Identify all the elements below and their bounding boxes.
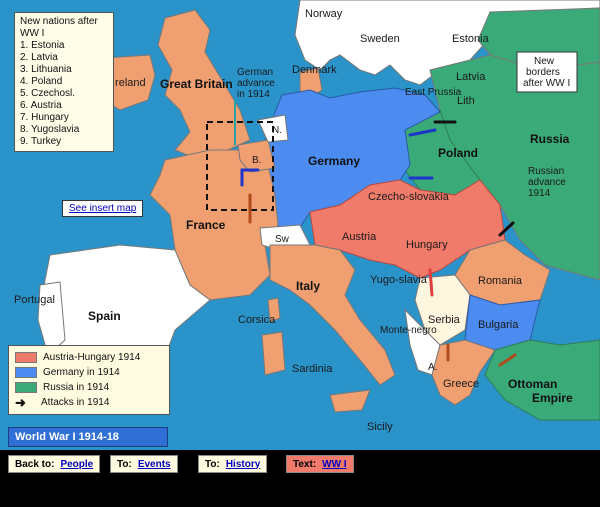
legend-item: Russia in 1914 <box>15 380 163 395</box>
label-russia: Russia <box>530 132 570 146</box>
legend-label: Austria-Hungary 1914 <box>43 351 141 363</box>
new-nations-item: 6. Austria <box>20 100 62 111</box>
annotation-german-advance-3: in 1914 <box>237 89 270 100</box>
history-link[interactable]: History <box>226 459 260 470</box>
new-nations-item: 5. Czechosl. <box>20 88 76 99</box>
ww1-link[interactable]: WW I <box>322 459 346 470</box>
legend-label: Attacks in 1914 <box>41 396 110 408</box>
new-nations-item: 2. Latvia <box>20 52 58 63</box>
label-sicily: Sicily <box>367 421 393 433</box>
see-insert-map-link[interactable]: See insert map <box>62 200 144 217</box>
new-nations-item: 4. Poland <box>20 76 63 87</box>
nav-prefix: To: <box>117 458 132 470</box>
label-latvia: Latvia <box>456 71 486 83</box>
label-east-prussia: East Prussia <box>405 87 462 98</box>
label-france: France <box>186 218 226 232</box>
label-poland: Poland <box>438 146 478 160</box>
label-sardinia: Sardinia <box>292 363 333 375</box>
sardinia-shape <box>261 331 286 376</box>
label-italy: Italy <box>296 279 320 293</box>
label-germany: Germany <box>308 154 360 168</box>
legend-item: Germany in 1914 <box>15 365 163 380</box>
label-spain: Spain <box>88 309 121 323</box>
label-montenegro: Monte-negro <box>380 325 437 336</box>
legend-item: Austria-Hungary 1914 <box>15 350 163 365</box>
label-switzerland: Sw <box>275 234 290 245</box>
legend-label: Germany in 1914 <box>43 366 120 378</box>
label-romania: Romania <box>478 275 523 287</box>
label-netherlands: N. <box>272 125 282 136</box>
annotation-new-borders: New <box>534 56 555 67</box>
legend: Austria-Hungary 1914 Germany in 1914 Rus… <box>8 345 170 415</box>
label-portugal: Portugal <box>14 294 55 306</box>
new-nations-item: 8. Yugoslavia <box>20 124 80 135</box>
nav-prefix: Back to: <box>15 458 55 470</box>
label-hungary: Hungary <box>406 239 448 251</box>
new-nations-item: 1. Estonia <box>20 40 65 51</box>
label-czechoslovakia: Czecho-slovakia <box>368 191 450 203</box>
nav-back: Back to: People <box>8 455 101 473</box>
swatch-russia <box>15 382 37 393</box>
nav-history: To: History <box>198 455 268 473</box>
new-nations-item: 3. Lithuania <box>20 64 72 75</box>
nav-events: To: Events <box>110 455 178 473</box>
arrow-icon <box>428 268 434 297</box>
label-denmark: Denmark <box>292 64 337 76</box>
legend-label: Russia in 1914 <box>43 381 110 393</box>
annotation-new-borders-2: borders <box>526 67 560 78</box>
label-albania: A. <box>428 362 437 373</box>
new-nations-item: 7. Hungary <box>20 112 69 123</box>
new-nations-box: New nations after WW I 1. Estonia 2. Lat… <box>14 12 114 152</box>
label-belgium: B. <box>252 155 261 166</box>
annotation-russian-advance: Russian <box>528 166 564 177</box>
label-ottoman: Ottoman <box>508 377 557 391</box>
label-great-britain: Great Britain <box>160 77 233 91</box>
label-austria: Austria <box>342 231 377 243</box>
swatch-austria-hungary <box>15 352 37 363</box>
nav-prefix: To: <box>205 458 220 470</box>
annotation-new-borders-3: after WW I <box>523 78 570 89</box>
events-link[interactable]: Events <box>138 459 171 470</box>
label-sweden: Sweden <box>360 33 400 45</box>
label-norway: Norway <box>305 8 343 20</box>
annotation-german-advance: German <box>237 67 273 78</box>
map-title: World War I 1914-18 <box>8 427 168 447</box>
annotation-russian-advance-2: advance <box>528 177 566 188</box>
nav-text: Text: WW I <box>286 455 354 473</box>
label-ottoman-empire: Empire <box>532 391 573 405</box>
label-estonia: Estonia <box>452 33 490 45</box>
label-yugoslavia: Yugo-slavia <box>370 274 428 286</box>
legend-item: ➜ Attacks in 1914 <box>15 395 163 410</box>
label-greece: Greece <box>443 378 479 390</box>
label-ireland: Ireland <box>112 77 146 89</box>
annotation-german-advance-2: advance <box>237 78 275 89</box>
arrow-icon: ➜ <box>15 394 26 410</box>
label-bulgaria: Bulgaria <box>478 319 519 331</box>
people-link[interactable]: People <box>60 459 93 470</box>
new-nations-item: 9. Turkey <box>20 136 62 147</box>
new-nations-title: New nations after WW I <box>20 16 98 39</box>
label-lithuania: Lith <box>457 95 475 107</box>
label-corsica: Corsica <box>238 314 276 326</box>
annotation-russian-advance-3: 1914 <box>528 188 551 199</box>
nav-prefix: Text: <box>293 458 317 470</box>
swatch-germany <box>15 367 37 378</box>
